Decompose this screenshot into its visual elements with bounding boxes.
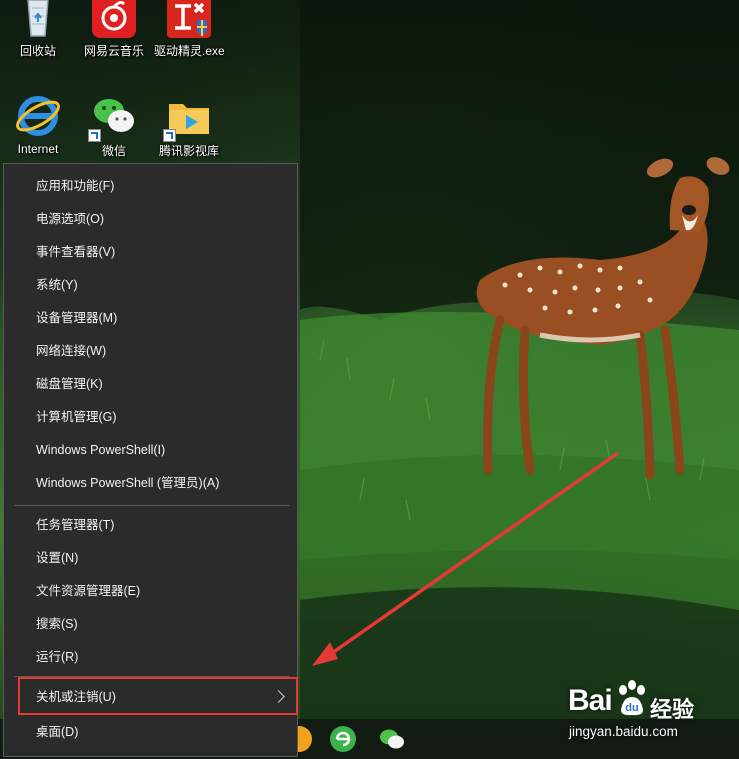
menu-item-search[interactable]: 搜索(S) xyxy=(4,608,297,641)
watermark-text: 经验 xyxy=(650,697,695,722)
menu-item-system[interactable]: 系统(Y) xyxy=(4,269,297,302)
desktop-icon-wechat[interactable]: 微信 xyxy=(79,92,149,159)
tencent-video-folder-icon xyxy=(163,92,213,142)
desktop-icon-internet[interactable]: Internet xyxy=(3,92,73,156)
wechat-icon xyxy=(88,92,138,142)
shortcut-arrow-icon xyxy=(163,129,176,142)
360-browser-icon[interactable] xyxy=(330,726,356,752)
menu-item-network-connections[interactable]: 网络连接(W) xyxy=(4,335,297,368)
desktop-icon-label: 回收站 xyxy=(19,44,56,58)
menu-item-device-manager[interactable]: 设备管理器(M) xyxy=(4,302,297,335)
desktop-icon-label: 微信 xyxy=(101,144,126,158)
menu-item-event-viewer[interactable]: 事件查看器(V) xyxy=(4,236,297,269)
wechat-icon[interactable] xyxy=(378,726,404,752)
menu-item-settings[interactable]: 设置(N) xyxy=(4,542,297,575)
menu-item-task-manager[interactable]: 任务管理器(T) xyxy=(4,509,297,542)
shortcut-arrow-icon xyxy=(88,129,101,142)
menu-item-powershell[interactable]: Windows PowerShell(I) xyxy=(4,434,297,467)
watermark-url: jingyan.baidu.com xyxy=(569,724,678,739)
watermark-brand: Bai xyxy=(568,684,613,717)
menu-item-power-options[interactable]: 电源选项(O) xyxy=(4,203,297,236)
baidu-jingyan-watermark: Bai du 经验 jingyan.baidu.com xyxy=(565,680,735,755)
desktop-icon-label: 驱动精灵.exe xyxy=(154,44,225,58)
menu-item-computer-management[interactable]: 计算机管理(G) xyxy=(4,401,297,434)
winx-context-menu: 应用和功能(F) 电源选项(O) 事件查看器(V) 系统(Y) 设备管理器(M)… xyxy=(3,163,298,757)
menu-item-disk-management[interactable]: 磁盘管理(K) xyxy=(4,368,297,401)
recycle-bin-icon xyxy=(14,0,62,40)
desktop-icon-label: Internet xyxy=(17,142,59,156)
desktop-icon-label: 网易云音乐 xyxy=(83,44,144,58)
svg-text:du: du xyxy=(625,702,638,714)
desktop-icon-driver-genius[interactable]: 驱动精灵.exe xyxy=(154,0,225,59)
netease-music-icon xyxy=(90,0,138,40)
driver-genius-icon xyxy=(165,0,213,40)
menu-item-powershell-admin[interactable]: Windows PowerShell (管理员)(A) xyxy=(4,467,297,500)
internet-explorer-icon xyxy=(14,92,62,140)
desktop-icon-label: 腾讯影视库 xyxy=(158,144,219,158)
menu-item-desktop[interactable]: 桌面(D) xyxy=(4,716,297,749)
menu-item-run[interactable]: 运行(R) xyxy=(4,641,297,674)
desktop-icon-tencent-video[interactable]: 腾讯影视库 xyxy=(154,92,224,159)
menu-item-apps-features[interactable]: 应用和功能(F) xyxy=(4,170,297,203)
annotation-highlight-box xyxy=(18,677,298,715)
paw-icon: du xyxy=(619,680,645,716)
menu-item-file-explorer[interactable]: 文件资源管理器(E) xyxy=(4,575,297,608)
desktop-icon-recycle-bin[interactable]: 回收站 xyxy=(3,0,73,59)
menu-separator xyxy=(14,505,289,506)
desktop-icon-netease-music[interactable]: 网易云音乐 xyxy=(79,0,149,59)
